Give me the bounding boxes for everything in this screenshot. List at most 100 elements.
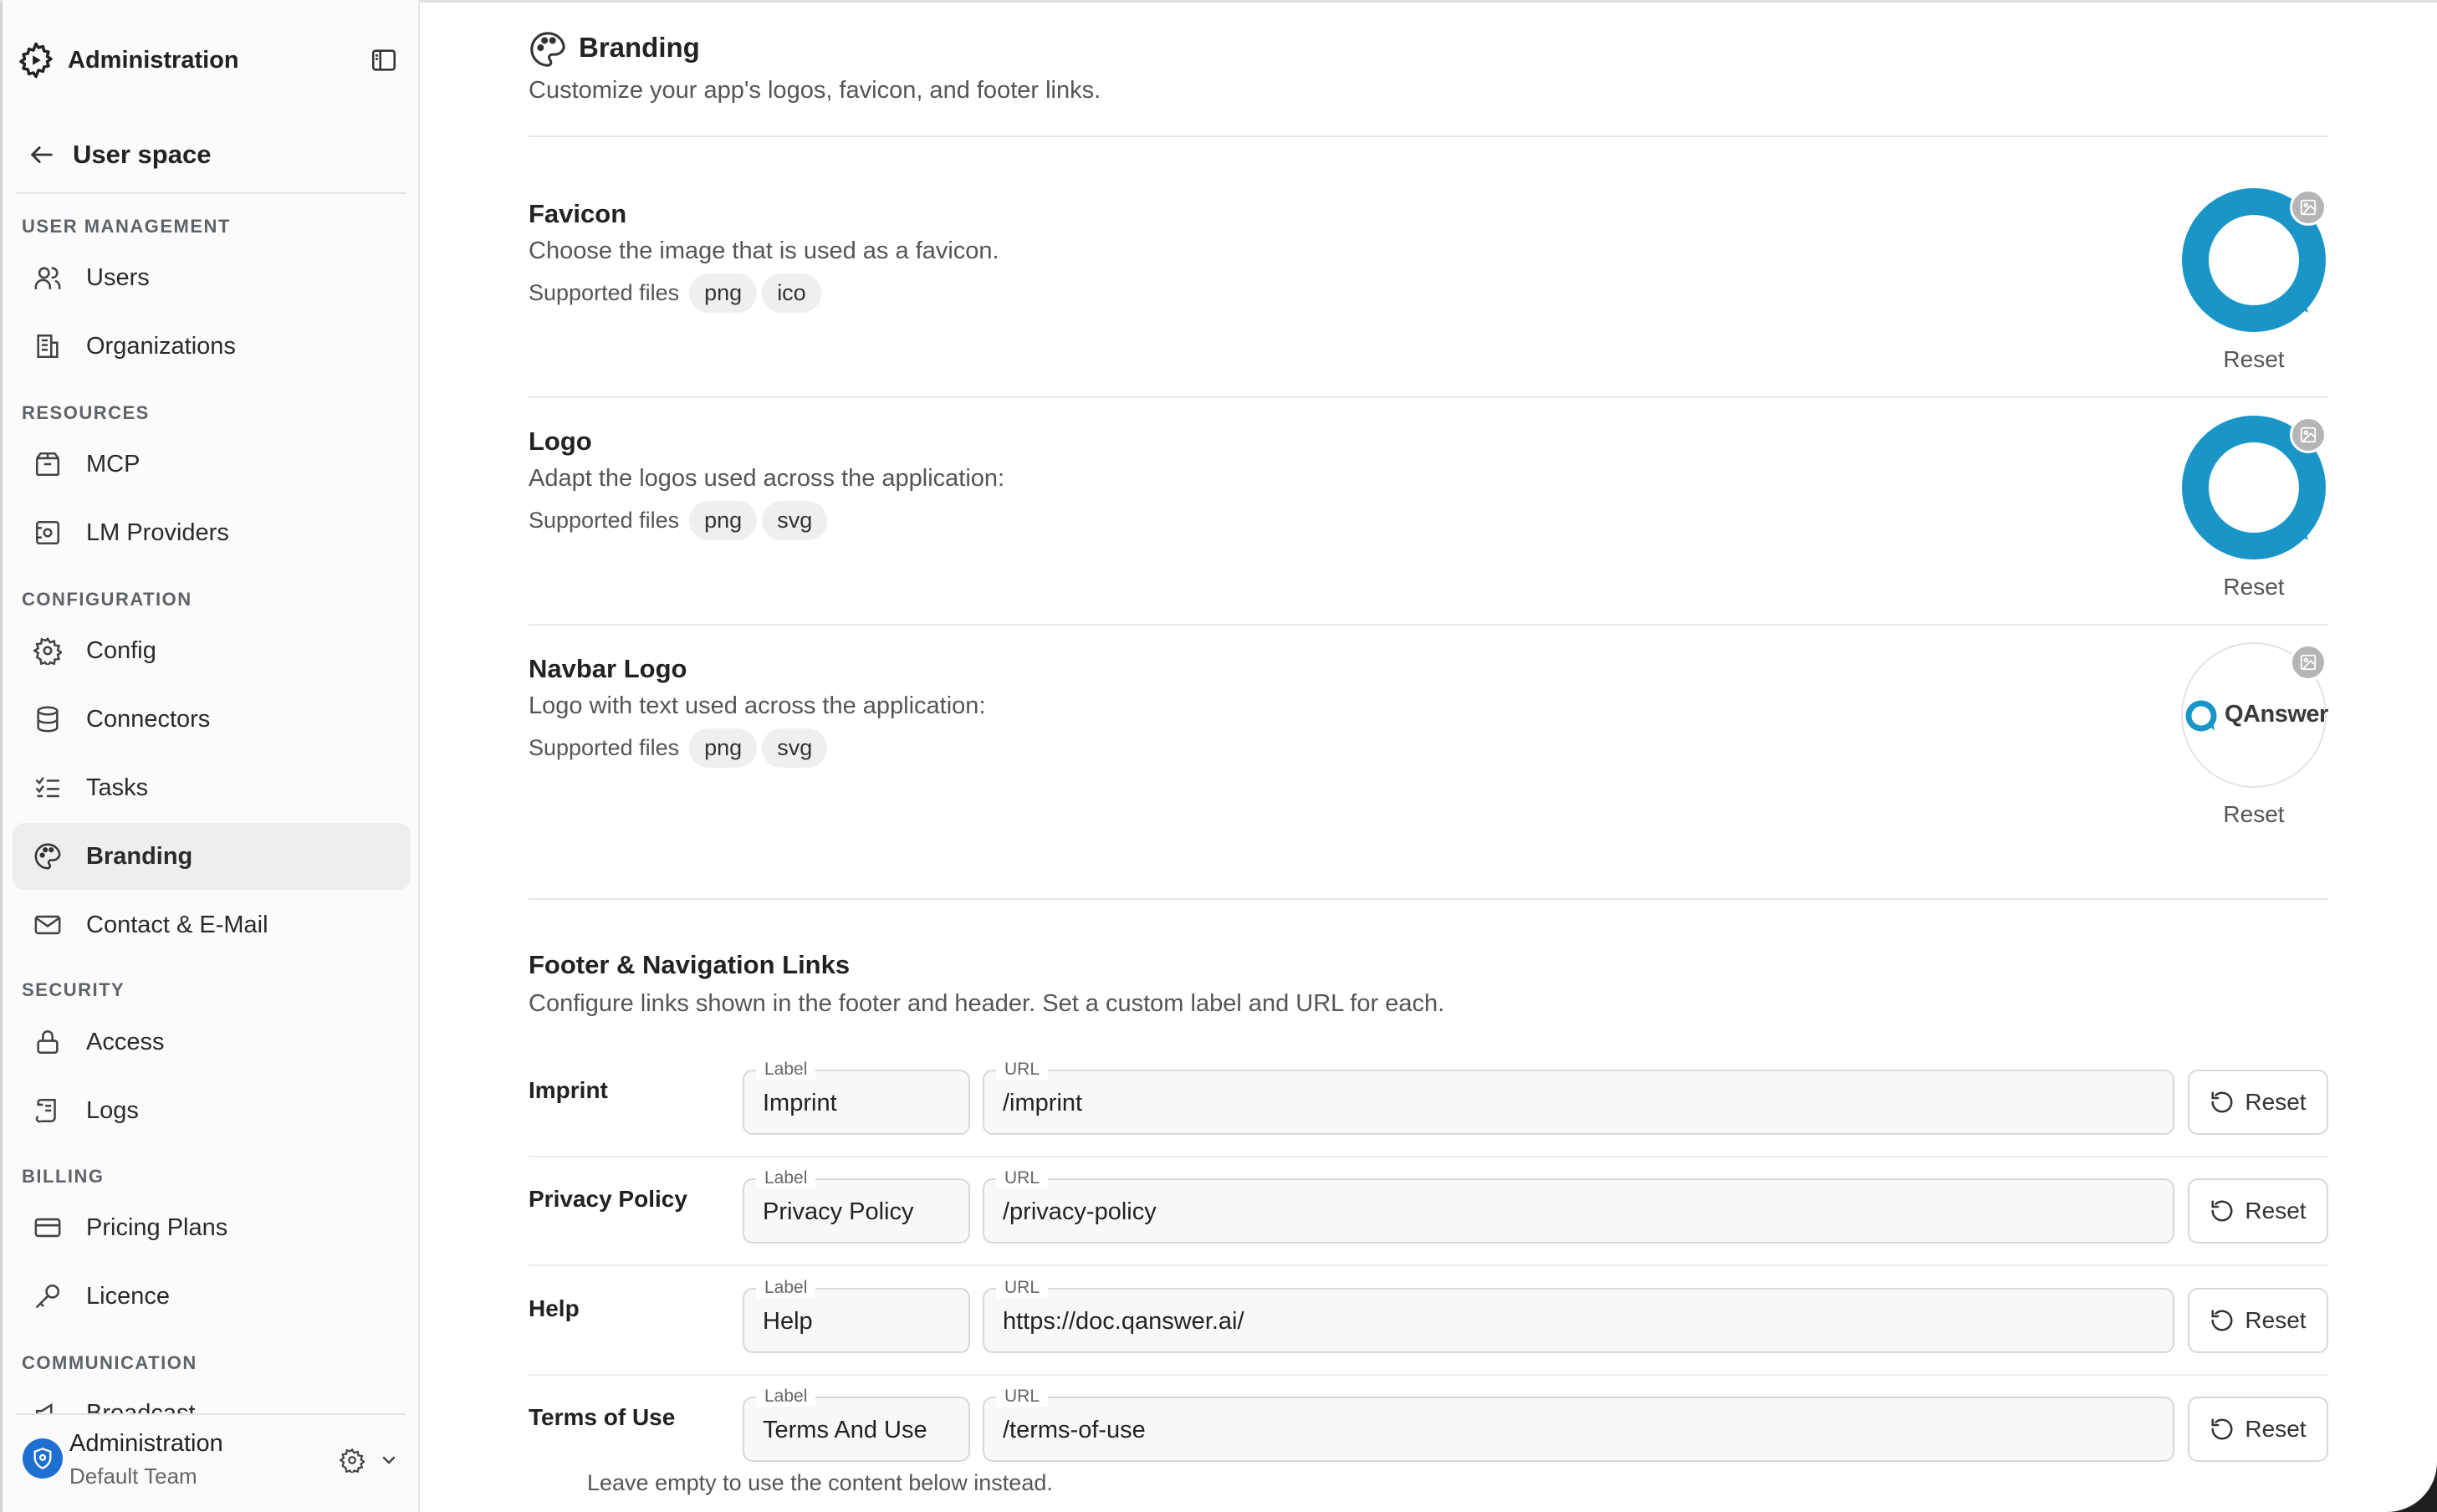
supported-files-label: Supported files — [529, 508, 680, 533]
key-icon — [31, 1280, 64, 1313]
section-configuration: CONFIGURATION — [22, 589, 192, 610]
sidebar-item-licence[interactable]: Licence — [13, 1263, 411, 1330]
file-type-chip: svg — [762, 728, 828, 768]
gear-icon — [16, 40, 56, 80]
sidebar-item-mcp[interactable]: MCP — [13, 431, 411, 498]
users-icon — [31, 261, 64, 294]
url-field[interactable]: URL /privacy-policy — [983, 1168, 2174, 1244]
account-team: Default Team — [69, 1463, 197, 1489]
shield-icon — [33, 1448, 52, 1469]
sidebar-item-organizations[interactable]: Organizations — [13, 313, 411, 380]
edit-image-icon[interactable] — [2290, 189, 2327, 226]
field-value: Help — [763, 1308, 813, 1335]
sidebar-item-lm-providers[interactable]: LM Providers — [13, 499, 411, 566]
main-content: Branding Customize your app's logos, fav… — [418, 0, 2437, 1512]
url-field[interactable]: URL /terms-of-use — [983, 1387, 2174, 1462]
link-row-name: Terms of Use — [529, 1404, 676, 1430]
supported-files-label: Supported files — [529, 280, 680, 305]
logo-reset-button[interactable]: Reset — [2181, 574, 2327, 600]
edit-image-icon[interactable] — [2290, 416, 2327, 453]
file-type-chip: svg — [762, 501, 828, 540]
reset-button[interactable]: Reset — [2188, 1288, 2328, 1353]
sidebar-item-label: Connectors — [86, 705, 211, 733]
server-icon — [31, 516, 64, 549]
page-title: Branding — [579, 32, 700, 63]
settings-icon — [31, 634, 64, 667]
arrow-left-icon — [31, 146, 53, 163]
sidebar-item-label: Contact & E-Mail — [86, 911, 268, 938]
sidebar-item-pricing-plans[interactable]: Pricing Plans — [13, 1194, 411, 1261]
sidebar-item-label: Logs — [86, 1096, 139, 1124]
sidebar-item-connectors[interactable]: Connectors — [13, 686, 411, 753]
reset-button[interactable]: Reset — [2188, 1397, 2328, 1462]
sidebar-item-tasks[interactable]: Tasks — [13, 754, 411, 821]
palette-icon — [31, 840, 64, 873]
palette-icon — [529, 30, 567, 69]
reset-button[interactable]: Reset — [2188, 1178, 2328, 1244]
navbar-logo-text: QAnswer — [2225, 701, 2328, 728]
link-row-name: Imprint — [529, 1077, 608, 1103]
sidebar-item-users[interactable]: Users — [13, 244, 411, 311]
settings-gear-icon[interactable] — [335, 1443, 369, 1477]
url-field[interactable]: URL /imprint — [983, 1060, 2174, 1135]
label-field[interactable]: Label Terms And Use — [743, 1387, 970, 1462]
sidebar-item-label: MCP — [86, 450, 140, 478]
sidebar-item-label: Tasks — [86, 774, 149, 801]
row-divider — [529, 1374, 2328, 1376]
sidebar-item-label: Access — [86, 1028, 165, 1055]
field-caption: URL — [996, 1168, 1049, 1188]
sidebar-toggle-icon[interactable] — [367, 43, 401, 77]
divider — [529, 396, 2328, 398]
label-field[interactable]: Label Imprint — [743, 1060, 970, 1135]
sidebar-title: Administration — [68, 46, 239, 74]
reset-label: Reset — [2245, 1307, 2307, 1333]
section-resources: RESOURCES — [22, 402, 150, 423]
link-row-name: Privacy Policy — [529, 1186, 687, 1212]
sidebar-item-contact[interactable]: Contact & E-Mail — [13, 891, 411, 958]
field-value: Imprint — [763, 1090, 837, 1116]
sidebar-item-broadcast[interactable]: Broadcast — [13, 1380, 411, 1413]
sidebar-item-label: Config — [86, 636, 156, 664]
navbar-logo-reset-button[interactable]: Reset — [2181, 801, 2327, 828]
label-field[interactable]: Label Privacy Policy — [743, 1168, 970, 1244]
reset-label: Reset — [2245, 1416, 2307, 1442]
sidebar-item-label: Organizations — [86, 332, 236, 360]
footer-links-description: Configure links shown in the footer and … — [529, 990, 1445, 1017]
package-icon — [31, 447, 64, 481]
checklist-icon — [31, 771, 64, 805]
sidebar-item-config[interactable]: Config — [13, 617, 411, 684]
account-switcher[interactable]: Administration Default Team — [3, 1413, 418, 1512]
field-caption: Label — [756, 1060, 816, 1080]
section-billing: BILLING — [22, 1166, 105, 1187]
logo-description: Adapt the logos used across the applicat… — [529, 465, 1005, 492]
favicon-reset-button[interactable]: Reset — [2181, 346, 2327, 373]
url-field[interactable]: URL https://doc.qanswer.ai/ — [983, 1278, 2174, 1353]
building-icon — [31, 329, 64, 363]
page-description: Customize your app's logos, favicon, and… — [529, 77, 1101, 104]
sidebar-item-branding[interactable]: Branding — [13, 823, 411, 890]
credit-card-icon — [31, 1211, 64, 1244]
back-to-user-space[interactable]: User space — [28, 134, 211, 176]
chevron-down-icon[interactable] — [376, 1443, 402, 1477]
favicon-title: Favicon — [529, 199, 627, 228]
edit-image-icon[interactable] — [2290, 644, 2327, 681]
section-communication: COMMUNICATION — [22, 1352, 197, 1373]
file-type-chip: ico — [762, 273, 821, 313]
field-value: Terms And Use — [763, 1417, 927, 1443]
sidebar-item-access[interactable]: Access — [13, 1009, 411, 1075]
reset-label: Reset — [2245, 1089, 2307, 1115]
file-type-chip: png — [689, 501, 758, 540]
reset-button[interactable]: Reset — [2188, 1070, 2328, 1135]
sidebar-header: Administration — [16, 33, 401, 87]
back-label: User space — [73, 140, 212, 169]
rotate-ccw-icon — [2211, 1310, 2233, 1331]
label-field[interactable]: Label Help — [743, 1278, 970, 1353]
field-value: Privacy Policy — [763, 1198, 914, 1225]
rotate-ccw-icon — [2211, 1418, 2233, 1440]
scroll-icon — [31, 1094, 64, 1127]
row-divider — [529, 1156, 2328, 1157]
sidebar-item-logs[interactable]: Logs — [13, 1077, 411, 1144]
url-hint: Leave empty to use the content below ins… — [587, 1470, 1053, 1495]
app-window: Administration User space USER MANAGEMEN… — [0, 0, 2437, 1512]
database-icon — [31, 702, 64, 736]
